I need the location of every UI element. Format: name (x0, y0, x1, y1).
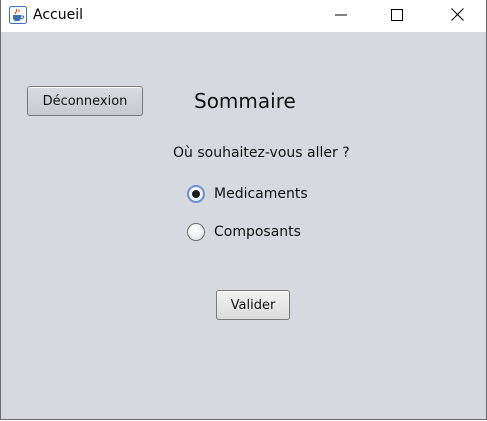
radio-label[interactable]: Medicaments (214, 186, 308, 202)
title-bar[interactable]: Accueil (1, 0, 486, 32)
minimize-button[interactable] (318, 0, 364, 30)
radio-label[interactable]: Composants (214, 224, 301, 240)
radio-button[interactable] (187, 223, 205, 241)
minimize-icon (335, 6, 347, 25)
page-title: Sommaire (194, 89, 296, 113)
window-title: Accueil (33, 7, 83, 23)
radio-option-medicaments[interactable]: Medicaments (187, 185, 308, 203)
main-panel: Déconnexion Sommaire Où souhaitez-vous a… (1, 32, 486, 419)
logout-button[interactable]: Déconnexion (27, 86, 143, 116)
validate-button[interactable]: Valider (216, 290, 290, 320)
maximize-icon (391, 6, 403, 25)
radio-button-selected[interactable] (187, 185, 205, 203)
radio-dot (192, 190, 200, 198)
radio-option-composants[interactable]: Composants (187, 223, 301, 241)
app-window: Accueil Déconnexion Sommaire Où souhaite… (0, 0, 487, 420)
close-button[interactable] (434, 0, 480, 30)
question-label: Où souhaitez-vous aller ? (173, 145, 350, 161)
close-icon (450, 6, 464, 25)
java-cup-icon (9, 6, 27, 24)
maximize-button[interactable] (374, 0, 420, 30)
